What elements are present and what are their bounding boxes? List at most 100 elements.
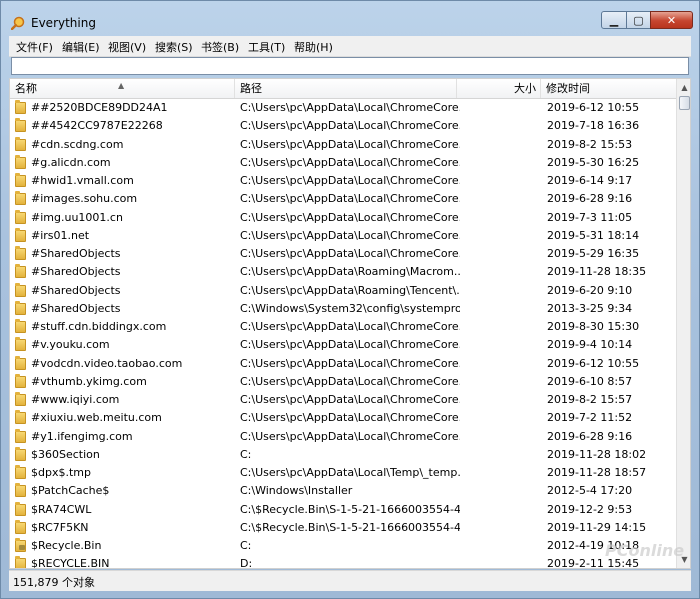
- modified-cell: 2019-5-31 18:14: [547, 228, 640, 242]
- scroll-up-icon[interactable]: ▲: [677, 79, 690, 96]
- path-cell: C:\Users\pc\AppData\Local\ChromeCore...: [240, 174, 460, 187]
- name-cell: ##4542CC9787E22268: [15, 117, 235, 135]
- table-row[interactable]: #stuff.cdn.biddingx.com C:\Users\pc\AppDa…: [10, 318, 676, 336]
- table-row[interactable]: $RECYCLE.BIN D: 2019-2-11 15:45: [10, 555, 676, 568]
- table-row[interactable]: #SharedObjects C:\Windows\System32\config…: [10, 300, 676, 318]
- column-size[interactable]: 大小: [457, 79, 541, 98]
- table-row[interactable]: #SharedObjects C:\Users\pc\AppData\Roamin…: [10, 263, 676, 281]
- path-cell: C:\Users\pc\AppData\Local\ChromeCore...: [240, 192, 460, 206]
- folder-icon: [15, 556, 26, 568]
- table-row[interactable]: #vodcdn.video.taobao.com C:\Users\pc\AppD…: [10, 355, 676, 373]
- modified-cell: 2019-11-28 18:57: [547, 466, 647, 479]
- modified-cell: 2019-6-20 9:10: [547, 283, 633, 297]
- modified-cell: 2019-6-28 9:16: [547, 429, 633, 443]
- column-modified[interactable]: 修改时间: [541, 79, 676, 98]
- menu-help[interactable]: 帮助(H): [294, 39, 333, 55]
- menu-bookmarks[interactable]: 书签(B): [201, 39, 239, 55]
- file-name: #SharedObjects: [31, 247, 121, 260]
- table-row[interactable]: #SharedObjects C:\Users\pc\AppData\Local\…: [10, 245, 676, 263]
- name-cell: #img.uu1001.cn: [15, 209, 235, 227]
- path-cell: C:\Users\pc\AppData\Local\ChromeCore...: [240, 411, 460, 425]
- menu-view[interactable]: 视图(V): [108, 39, 146, 55]
- name-cell: ##2520BDCE89DD24A1: [15, 99, 235, 117]
- name-cell: #SharedObjects: [15, 282, 235, 300]
- table-row[interactable]: #www.iqiyi.com C:\Users\pc\AppData\Local\…: [10, 391, 676, 409]
- minimize-button[interactable]: ▁: [601, 11, 627, 29]
- name-cell: #g.alicdn.com: [15, 154, 235, 172]
- path-cell: C:\$Recycle.Bin\S-1-5-21-1666003554-40..…: [240, 502, 460, 516]
- menu-bar: 文件(F) 编辑(E) 视图(V) 搜索(S) 书签(B) 工具(T) 帮助(H…: [9, 36, 691, 57]
- folder-icon: [15, 246, 26, 260]
- name-cell: $RC7F5KN: [15, 519, 235, 537]
- menu-search[interactable]: 搜索(S): [155, 39, 193, 55]
- table-row[interactable]: $360Section C: 2019-11-28 18:02: [10, 446, 676, 464]
- menu-tools[interactable]: 工具(T): [248, 39, 285, 55]
- folder-icon: [15, 100, 26, 114]
- results-list[interactable]: 名称 ▲ 路径 大小 修改时间 ##2520BDCE89DD24A1 C:\Use…: [9, 78, 691, 569]
- modified-cell: 2019-5-29 16:35: [547, 247, 640, 260]
- path-cell: C:\Users\pc\AppData\Local\ChromeCore...: [240, 338, 460, 352]
- path-cell: C:\Users\pc\AppData\Local\ChromeCore...: [240, 374, 460, 388]
- folder-icon: [15, 282, 26, 297]
- lock-icon: [19, 545, 25, 550]
- vertical-scrollbar[interactable]: ▲ ▼: [676, 79, 690, 568]
- file-name: $RC7F5KN: [31, 520, 89, 534]
- file-name: #img.uu1001.cn: [31, 210, 123, 224]
- name-cell: #v.youku.com: [15, 336, 235, 354]
- file-name: #images.sohu.com: [31, 192, 138, 206]
- table-row[interactable]: #SharedObjects C:\Users\pc\AppData\Roamin…: [10, 282, 676, 300]
- file-name: #xiuxiu.web.meitu.com: [31, 411, 162, 425]
- file-name: $Recycle.Bin: [31, 539, 102, 552]
- close-button[interactable]: ✕: [650, 11, 693, 29]
- table-row[interactable]: #y1.ifengimg.com C:\Users\pc\AppData\Loca…: [10, 428, 676, 446]
- menu-edit[interactable]: 编辑(E): [62, 39, 100, 55]
- folder-icon: [15, 227, 26, 242]
- file-name: #SharedObjects: [31, 283, 121, 297]
- folder-icon: [15, 501, 26, 516]
- table-row[interactable]: ##4542CC9787E22268 C:\Users\pc\AppData\Lo…: [10, 117, 676, 135]
- maximize-button[interactable]: ▢: [626, 11, 651, 29]
- name-cell: #xiuxiu.web.meitu.com: [15, 409, 235, 427]
- folder-icon: [15, 118, 26, 133]
- table-row[interactable]: $RA74CWL C:\$Recycle.Bin\S-1-5-21-1666003…: [10, 501, 676, 519]
- title-bar[interactable]: Everything ▁ ▢ ✕: [1, 1, 699, 34]
- file-name: #v.youku.com: [31, 338, 110, 352]
- name-cell: #SharedObjects: [15, 300, 235, 318]
- column-name[interactable]: 名称 ▲: [10, 79, 235, 98]
- folder-icon: [15, 136, 26, 151]
- folder-icon: [15, 428, 26, 443]
- maximize-icon: ▢: [633, 13, 644, 27]
- table-row[interactable]: #vthumb.ykimg.com C:\Users\pc\AppData\Loc…: [10, 373, 676, 391]
- modified-cell: 2019-11-28 18:02: [547, 447, 647, 461]
- table-row[interactable]: #irs01.net C:\Users\pc\AppData\Local\Chro…: [10, 227, 676, 245]
- scroll-thumb[interactable]: [679, 96, 690, 110]
- menu-file[interactable]: 文件(F): [16, 39, 53, 55]
- table-row[interactable]: #g.alicdn.com C:\Users\pc\AppData\Local\C…: [10, 154, 676, 172]
- name-cell: #www.iqiyi.com: [15, 391, 235, 409]
- table-row[interactable]: $PatchCache$ C:\Windows\Installer 2012-5-4…: [10, 482, 676, 500]
- name-cell: $RECYCLE.BIN: [15, 555, 235, 568]
- table-row[interactable]: #img.uu1001.cn C:\Users\pc\AppData\Local\…: [10, 209, 676, 227]
- table-row[interactable]: #cdn.scdng.com C:\Users\pc\AppData\Local\…: [10, 136, 676, 154]
- table-row[interactable]: #hwid1.vmall.com C:\Users\pc\AppData\Loca…: [10, 172, 676, 190]
- search-input[interactable]: [11, 57, 689, 75]
- modified-cell: 2019-8-2 15:53: [547, 137, 633, 151]
- name-cell: #stuff.cdn.biddingx.com: [15, 318, 235, 336]
- folder-icon: [15, 519, 26, 534]
- table-row[interactable]: ##2520BDCE89DD24A1 C:\Users\pc\AppData\Lo…: [10, 99, 676, 117]
- folder-icon: [15, 264, 26, 279]
- table-row[interactable]: #xiuxiu.web.meitu.com C:\Users\pc\AppData…: [10, 409, 676, 427]
- path-cell: C:\Users\pc\AppData\Local\ChromeCore...: [240, 119, 460, 133]
- name-cell: #hwid1.vmall.com: [15, 172, 235, 190]
- table-row[interactable]: $Recycle.Bin C: 2012-4-19 10:18: [10, 537, 676, 555]
- table-row[interactable]: #images.sohu.com C:\Users\pc\AppData\Loca…: [10, 190, 676, 208]
- path-cell: C:\Users\pc\AppData\Local\ChromeCore...: [240, 320, 460, 333]
- column-path[interactable]: 路径: [235, 79, 457, 98]
- path-cell: C:\Windows\System32\config\systempro...: [240, 301, 460, 315]
- file-name: #www.iqiyi.com: [31, 393, 120, 406]
- table-row[interactable]: $dpx$.tmp C:\Users\pc\AppData\Local\Temp\…: [10, 464, 676, 482]
- file-name: $dpx$.tmp: [31, 466, 91, 479]
- path-cell: C:\Users\pc\AppData\Local\ChromeCore...: [240, 247, 460, 260]
- table-row[interactable]: #v.youku.com C:\Users\pc\AppData\Local\Ch…: [10, 336, 676, 354]
- table-row[interactable]: $RC7F5KN C:\$Recycle.Bin\S-1-5-21-1666003…: [10, 519, 676, 537]
